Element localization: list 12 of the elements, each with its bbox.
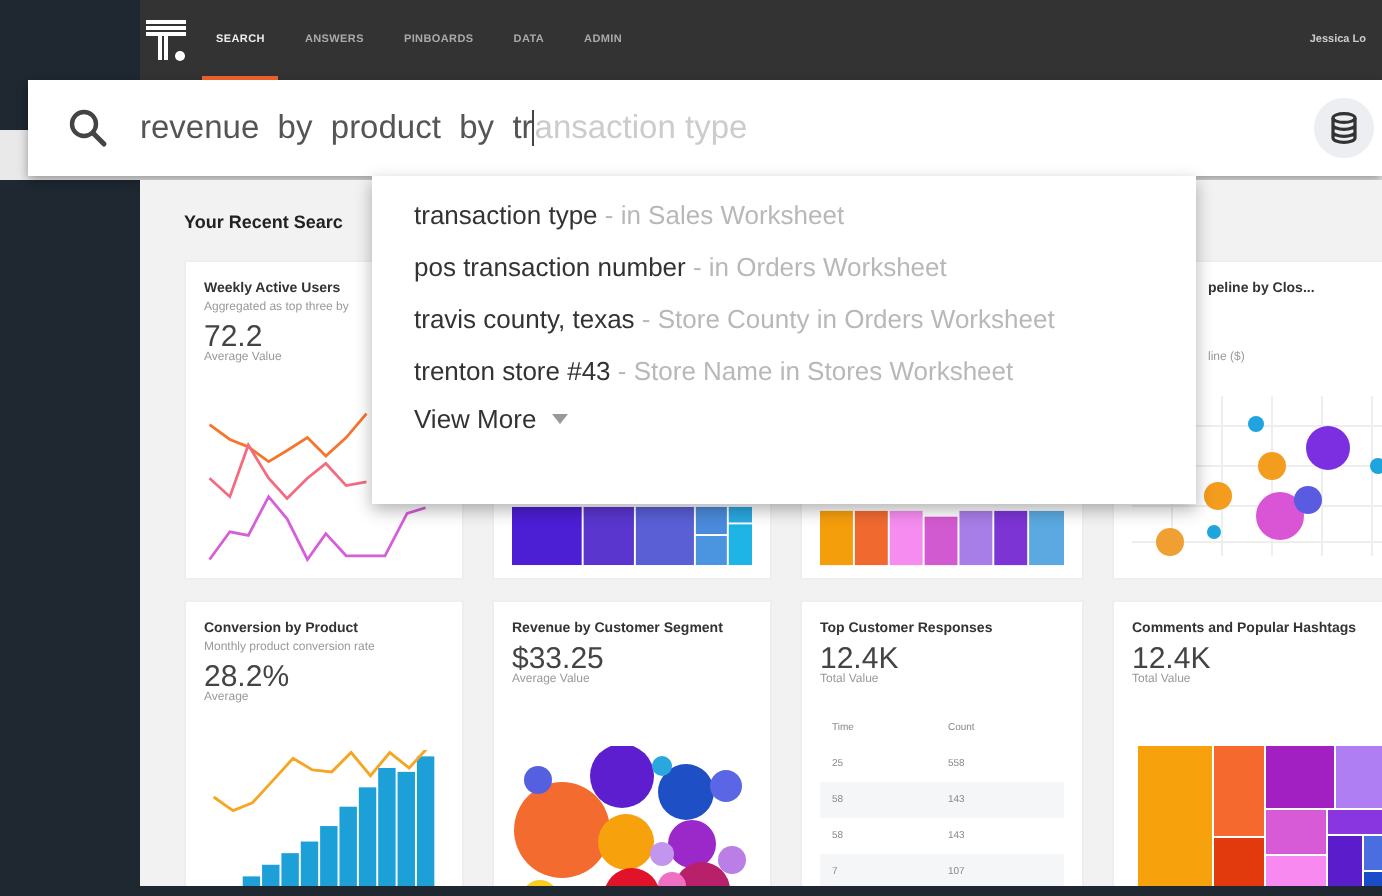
metric-value: 72.2 bbox=[204, 322, 263, 352]
database-button[interactable] bbox=[1314, 98, 1374, 158]
metric-value: $33.25 bbox=[512, 644, 606, 674]
suggestion-item[interactable]: transaction type - in Sales Worksheet bbox=[414, 196, 1196, 234]
caret-icon bbox=[552, 414, 569, 424]
search-icon bbox=[68, 108, 108, 148]
metric-value: 12.4K bbox=[1132, 644, 1213, 674]
logo-icon[interactable] bbox=[146, 16, 190, 64]
section-title: Your Recent Searc bbox=[184, 212, 343, 232]
database-icon bbox=[1330, 112, 1358, 144]
metric-value: 12.4K bbox=[820, 644, 901, 674]
metric-value: 28.2% bbox=[204, 662, 292, 692]
